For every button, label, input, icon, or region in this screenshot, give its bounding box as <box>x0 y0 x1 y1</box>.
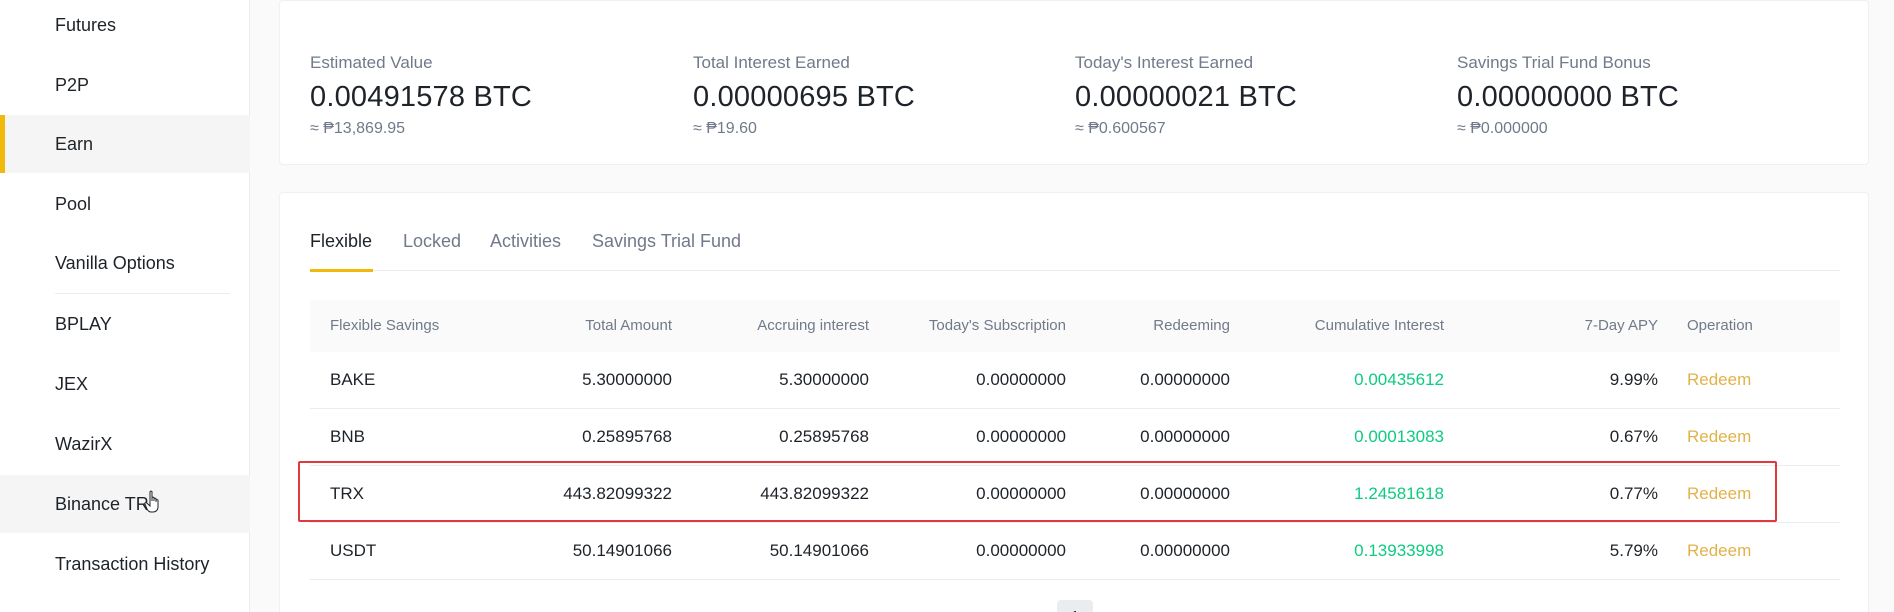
table-row: USDT 50.14901066 50.14901066 0.00000000 … <box>310 523 1840 580</box>
cell-subscription: 0.00000000 <box>976 484 1066 503</box>
savings-card: Flexible Locked Activities Savings Trial… <box>279 192 1869 612</box>
cell-apy: 9.99% <box>1609 370 1658 389</box>
sidebar-item-label: Pool <box>55 193 92 214</box>
stat-approx: ≈ ₱19.60 <box>693 120 757 137</box>
stat-value: 0.00491578 BTC <box>310 81 533 113</box>
sidebar-item-label: P2P <box>55 74 90 95</box>
cell-cumulative: 0.00435612 <box>1354 370 1444 389</box>
column-header-subscription: Today's Subscription <box>928 317 1066 334</box>
sidebar-item-label: WazirX <box>55 433 113 454</box>
cell-accruing: 5.30000000 <box>779 370 869 389</box>
sidebar-item-wazirx[interactable]: WazirX <box>0 415 250 473</box>
cell-cumulative: 1.24581618 <box>1354 484 1444 503</box>
sidebar-item-jex[interactable]: JEX <box>0 355 250 413</box>
cell-accruing: 0.25895768 <box>779 427 869 446</box>
cell-redeeming: 0.00000000 <box>1140 484 1230 503</box>
sidebar-item-label: Transaction History <box>55 553 210 574</box>
tab-locked[interactable]: Locked <box>403 231 461 271</box>
sidebar-item-vanilla-options[interactable]: Vanilla Options <box>0 234 250 292</box>
stat-label: Savings Trial Fund Bonus <box>1457 53 1651 72</box>
table-row: BAKE 5.30000000 5.30000000 0.00000000 0.… <box>310 352 1840 409</box>
stat-approx: ≈ ₱13,869.95 <box>310 120 406 137</box>
column-header-name: Flexible Savings <box>330 317 440 334</box>
cell-apy: 0.67% <box>1609 427 1658 446</box>
redeem-link[interactable]: Redeem <box>1687 466 1751 522</box>
table-row: TRX 443.82099322 443.82099322 0.00000000… <box>310 466 1840 523</box>
redeem-link[interactable]: Redeem <box>1687 409 1751 465</box>
stat-approx: ≈ ₱0.600567 <box>1075 120 1166 137</box>
sidebar-item-pool[interactable]: Pool <box>0 175 250 233</box>
column-header-operation: Operation <box>1687 317 1753 334</box>
summary-card: Estimated Value 0.00491578 BTC ≈ ₱13,869… <box>279 0 1869 165</box>
redeem-link[interactable]: Redeem <box>1687 523 1751 579</box>
cell-asset: BNB <box>330 427 365 446</box>
cell-redeeming: 0.00000000 <box>1140 370 1230 389</box>
cell-apy: 0.77% <box>1609 484 1658 503</box>
cell-accruing: 50.14901066 <box>769 541 869 560</box>
sidebar-item-transaction-history[interactable]: Transaction History <box>0 535 250 593</box>
stat-approx: ≈ ₱0.000000 <box>1457 120 1548 137</box>
sidebar-item-label: Binance TR <box>55 493 149 514</box>
stat-total-interest: Total Interest Earned 0.00000695 BTC ≈ ₱… <box>693 53 1053 138</box>
cell-asset: BAKE <box>330 370 376 389</box>
cell-asset: USDT <box>330 541 377 560</box>
cell-apy: 5.79% <box>1609 541 1658 560</box>
stat-value: 0.00000695 BTC <box>693 81 916 113</box>
redeem-link[interactable]: Redeem <box>1687 352 1751 408</box>
table-header: Flexible Savings Total Amount Accruing i… <box>310 300 1840 352</box>
column-header-redeeming: Redeeming <box>1153 317 1230 334</box>
column-header-apy: 7-Day APY <box>1584 317 1658 334</box>
table-row: BNB 0.25895768 0.25895768 0.00000000 0.0… <box>310 409 1840 466</box>
sidebar-divider <box>55 293 230 294</box>
cell-subscription: 0.00000000 <box>976 427 1066 446</box>
sidebar-item-label: Vanilla Options <box>55 252 175 273</box>
sidebar: Futures P2P Earn Pool Vanilla Options BP… <box>0 0 250 612</box>
stat-trial-fund-bonus: Savings Trial Fund Bonus 0.00000000 BTC … <box>1457 53 1817 138</box>
stat-today-interest: Today's Interest Earned 0.00000021 BTC ≈… <box>1075 53 1435 138</box>
cell-subscription: 0.00000000 <box>976 541 1066 560</box>
sidebar-item-bplay[interactable]: BPLAY <box>0 295 250 353</box>
tab-savings-trial-fund[interactable]: Savings Trial Fund <box>592 231 741 271</box>
sidebar-item-p2p[interactable]: P2P <box>0 56 250 114</box>
stat-value: 0.00000000 BTC <box>1457 81 1680 113</box>
cell-asset: TRX <box>330 484 364 503</box>
column-header-cumulative: Cumulative Interest <box>1314 317 1444 334</box>
column-header-total: Total Amount <box>585 317 672 334</box>
sidebar-item-label: Futures <box>55 14 117 35</box>
tab-bar: Flexible Locked Activities Savings Trial… <box>310 231 1840 272</box>
cell-total: 443.82099322 <box>563 484 672 503</box>
sidebar-item-futures[interactable]: Futures <box>0 0 250 54</box>
cell-cumulative: 0.13933998 <box>1354 541 1444 560</box>
cell-total: 5.30000000 <box>582 370 672 389</box>
tab-flexible[interactable]: Flexible <box>310 231 374 272</box>
cell-accruing: 443.82099322 <box>760 484 869 503</box>
pagination-current-page[interactable]: 1 <box>1057 600 1093 612</box>
sidebar-item-label: BPLAY <box>55 313 112 334</box>
sidebar-item-binance-tr[interactable]: Binance TR <box>0 475 250 533</box>
cell-cumulative: 0.00013083 <box>1354 427 1444 446</box>
hand-cursor-icon <box>144 490 159 513</box>
cell-total: 50.14901066 <box>572 541 672 560</box>
sidebar-item-label: JEX <box>55 373 89 394</box>
stat-estimated-value: Estimated Value 0.00491578 BTC ≈ ₱13,869… <box>310 53 670 138</box>
sidebar-item-label: Earn <box>55 133 94 154</box>
cell-redeeming: 0.00000000 <box>1140 541 1230 560</box>
cell-subscription: 0.00000000 <box>976 370 1066 389</box>
sidebar-item-earn[interactable]: Earn <box>0 115 250 173</box>
stat-label: Total Interest Earned <box>693 53 850 72</box>
cell-total: 0.25895768 <box>582 427 672 446</box>
stat-label: Estimated Value <box>310 53 433 72</box>
stat-label: Today's Interest Earned <box>1075 53 1254 72</box>
stat-value: 0.00000021 BTC <box>1075 81 1298 113</box>
cell-redeeming: 0.00000000 <box>1140 427 1230 446</box>
column-header-accruing: Accruing interest <box>757 317 869 334</box>
tab-activities[interactable]: Activities <box>490 231 561 271</box>
